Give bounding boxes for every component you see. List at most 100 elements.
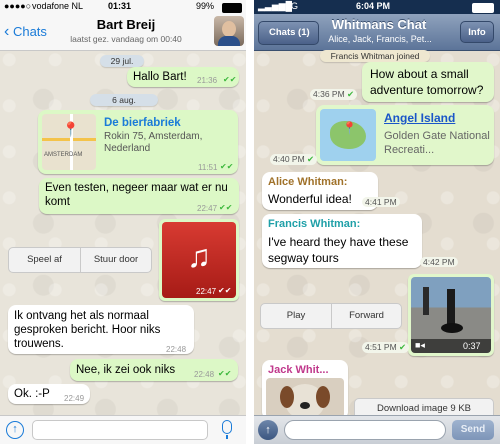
date-separator: 6 aug. [90,94,158,106]
dog-ear [280,386,294,408]
back-button[interactable]: ‹ Chats [4,23,47,41]
video-duration: 0:37 [463,341,481,351]
message-timestamp: 4:40 PM ✔ [270,154,318,165]
message-timestamp: 4:51 PM ✔ [362,342,410,353]
message-bubble-incoming[interactable]: Ik ontvang het als normaal gesproken ber… [8,305,194,354]
message-bubble-incoming[interactable]: Alice Whitman: Wonderful idea! [262,172,378,210]
play-button[interactable]: Play [261,304,332,328]
forward-button[interactable]: Stuur door [81,248,151,272]
message-timestamp: 4:36 PM ✔ [310,89,358,100]
message-text: How about a small adventure tomorrow? [370,67,484,97]
message-timestamp: 4:41 PM [362,197,400,207]
media-actions: Speel af Stuur door [8,247,152,273]
avatar-face [222,21,236,37]
check-icon: ✔ [399,342,407,352]
place-name[interactable]: Angel Island [384,111,455,125]
signal-icon: ●●●●○ [4,1,32,11]
attach-button[interactable]: ↑ [6,421,24,439]
video-message[interactable]: ■◂ 0:37 [408,274,494,356]
clock: 6:04 PM [356,1,391,11]
double-check-icon: ✔✔ [218,369,232,378]
message-composer: ↑ [0,415,246,444]
avatar-shirt [218,36,240,46]
system-message: Francis Whitman joined [320,50,430,62]
message-input[interactable] [32,420,208,440]
map-pin-icon: 📍 [62,121,80,137]
map-pin-icon: 📍 [342,121,357,135]
media-actions: Play Forward [260,303,402,329]
status-bar: ▂▃▅▆█ 4G 6:04 PM [254,0,500,14]
sender-name: Francis Whitman: [268,218,361,230]
place-address: Golden Gate National Recreati... [384,130,490,156]
chat-header: ‹ Chats Bart Breij laatst gez. vandaag o… [0,14,246,51]
sender-name: Alice Whitman: [268,176,348,188]
message-bubble-outgoing[interactable]: Even testen, negeer maar wat er nu komt … [39,178,239,214]
message-input[interactable] [284,420,446,440]
location-message[interactable]: 📍 AMSTERDAM De bierfabriek Rokin 75, Ams… [38,110,238,174]
play-button[interactable]: Speel af [9,248,81,272]
status-bar: ●●●●○ vodafone NL 01:31 99% [0,0,246,14]
message-time: 21:36 [197,76,218,85]
audio-thumbnail[interactable]: ♫ 22:47 ✔✔ [162,222,236,298]
battery-percent: 99% [196,1,215,11]
segway-wheel [441,323,463,333]
sender-name: Jack Whit... [268,364,329,376]
image-thumbnail[interactable] [266,378,344,418]
segway-rider [423,287,429,315]
message-text: I've heard they have these segway tours [268,235,409,265]
message-time: 22:48 [194,370,215,379]
message-time: 22:47 [196,287,217,296]
message-text: Wonderful idea! [268,192,352,206]
map-thumbnail[interactable]: 📍 [320,109,376,161]
microphone-stand [226,435,228,439]
group-title[interactable]: Whitmans Chat [314,17,444,32]
dog-nose [300,402,310,409]
image-message[interactable]: Jack Whit... [262,360,348,420]
message-composer: ↑ Send [254,415,500,444]
chat-screen-bart: ●●●●○ vodafone NL 01:31 99% ‹ Chats Bart… [0,0,246,444]
map-thumbnail[interactable]: 📍 AMSTERDAM [42,114,96,170]
chat-screen-whitmans: ▂▃▅▆█ 4G 6:04 PM Chats (1) Whitmans Chat… [254,0,500,444]
message-time: 4:36 PM [313,89,345,99]
map-label: AMSTERDAM [44,152,83,158]
message-time: 4:40 PM [273,154,305,164]
video-info-bar: ■◂ 0:37 [411,339,491,353]
message-time: 22:49 [64,394,85,403]
message-text: Ok. :-P [14,388,50,400]
message-text: Ik ontvang het als normaal gesproken ber… [14,310,161,350]
check-icon: ✔ [307,154,315,164]
message-time: 11:51 [198,163,218,172]
forward-button[interactable]: Forward [332,304,401,328]
place-address: Rokin 75, Amsterdam, Nederland [104,131,203,154]
date-separator: 29 jul. [100,55,144,67]
info-button[interactable]: Info [460,21,494,43]
attach-button[interactable]: ↑ [258,420,278,440]
message-bubble-outgoing[interactable]: Nee, ik zei ook niks 22:48 ✔✔ [70,359,238,381]
clock: 01:31 [108,1,132,11]
back-label: Chats [12,24,47,39]
message-bubble-outgoing[interactable]: How about a small adventure tomorrow? [362,62,494,102]
message-text: Hallo Bart! [133,71,187,83]
microphone-icon[interactable] [222,420,232,434]
music-note-icon: ♫ [187,238,211,274]
message-bubble-outgoing[interactable]: Hallo Bart! 21:36 ✔✔ [127,67,239,87]
message-time: 4:51 PM [365,342,397,352]
double-check-icon: ✔✔ [219,203,233,212]
location-message[interactable]: 📍 Angel Island Golden Gate National Recr… [316,105,494,165]
place-name[interactable]: De bierfabriek [104,116,181,130]
last-seen: laatst gez. vandaag om 00:40 [70,34,182,44]
contact-name[interactable]: Bart Breij [56,17,196,32]
send-button[interactable]: Send [452,420,494,440]
message-timestamp: 4:42 PM [420,257,458,267]
message-text: Nee, ik zei ook niks [76,364,176,376]
chevron-left-icon: ‹ [4,23,10,40]
avatar[interactable] [214,16,244,46]
message-time: 22:48 [166,345,187,354]
audio-message[interactable]: ♫ 22:47 ✔✔ [159,219,239,301]
network-label: 4G [286,1,299,11]
message-bubble-incoming[interactable]: Francis Whitman: I've heard they have th… [262,214,422,268]
message-bubble-incoming[interactable]: Ok. :-P 22:49 [8,384,90,404]
video-thumbnail[interactable]: ■◂ 0:37 [411,277,491,353]
message-time: 22:47 [197,204,218,213]
double-check-icon: ✔✔ [220,162,234,171]
